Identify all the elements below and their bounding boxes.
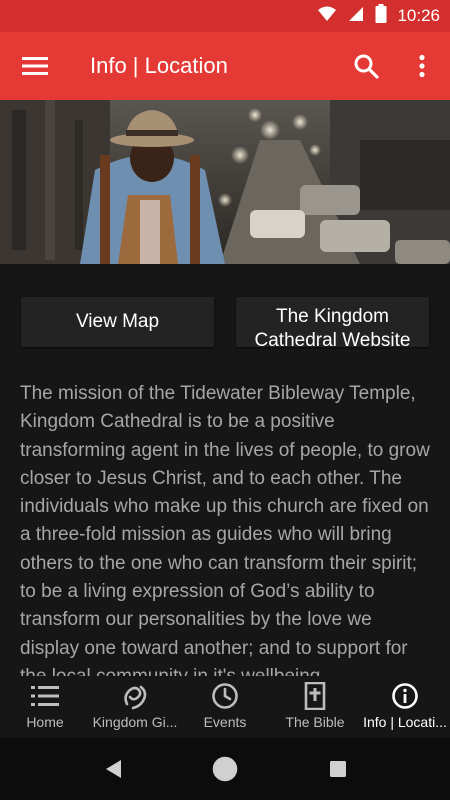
nav-info-location[interactable]: Info | Locati... (360, 676, 450, 738)
recents-button[interactable] (325, 756, 351, 782)
menu-button[interactable] (20, 52, 50, 80)
bible-icon (303, 682, 327, 710)
nav-the-bible[interactable]: The Bible (270, 676, 360, 738)
nav-home[interactable]: Home (0, 676, 90, 738)
view-map-button[interactable]: View Map (21, 297, 214, 347)
nav-home-label: Home (26, 714, 64, 730)
wifi-icon (317, 5, 337, 27)
nav-kingdom-giving[interactable]: Kingdom Gi... (90, 676, 180, 738)
bottom-navigation: Home Kingdom Gi... Events The Bible Info… (0, 676, 450, 738)
search-button[interactable] (350, 50, 382, 82)
nav-the-bible-label: The Bible (285, 714, 345, 730)
more-vert-icon (419, 54, 425, 78)
nav-events-label: Events (203, 714, 247, 730)
nav-kingdom-giving-label: Kingdom Gi... (92, 714, 178, 730)
back-icon (106, 760, 121, 778)
overflow-menu-button[interactable] (408, 50, 436, 82)
info-icon (391, 682, 419, 710)
list-icon (31, 682, 59, 710)
home-button[interactable] (212, 756, 238, 782)
hero-image (0, 100, 450, 264)
hamburger-menu-icon (22, 57, 48, 75)
nav-info-location-label: Info | Locati... (363, 714, 447, 730)
website-button[interactable]: The Kingdom Cathedral Website (236, 297, 429, 347)
giving-icon (121, 682, 149, 710)
recents-icon (330, 761, 346, 777)
nav-events[interactable]: Events (180, 676, 270, 738)
status-bar: 10:26 (0, 0, 450, 32)
website-label: The Kingdom Cathedral Website (254, 306, 411, 347)
system-navigation-bar (0, 738, 450, 800)
signal-icon (347, 5, 365, 27)
view-map-label: View Map (75, 311, 160, 332)
status-icons: 10:26 (317, 0, 440, 32)
mission-text: The mission of the Tidewater Bibleway Te… (20, 383, 430, 676)
search-icon (354, 54, 379, 79)
clock-icon (211, 682, 239, 710)
battery-icon (375, 4, 387, 28)
app-bar: Info | Location (0, 32, 450, 100)
page-title: Info | Location (90, 53, 228, 78)
home-circle-icon (212, 756, 238, 782)
back-button[interactable] (100, 756, 126, 782)
status-time: 10:26 (397, 6, 440, 25)
